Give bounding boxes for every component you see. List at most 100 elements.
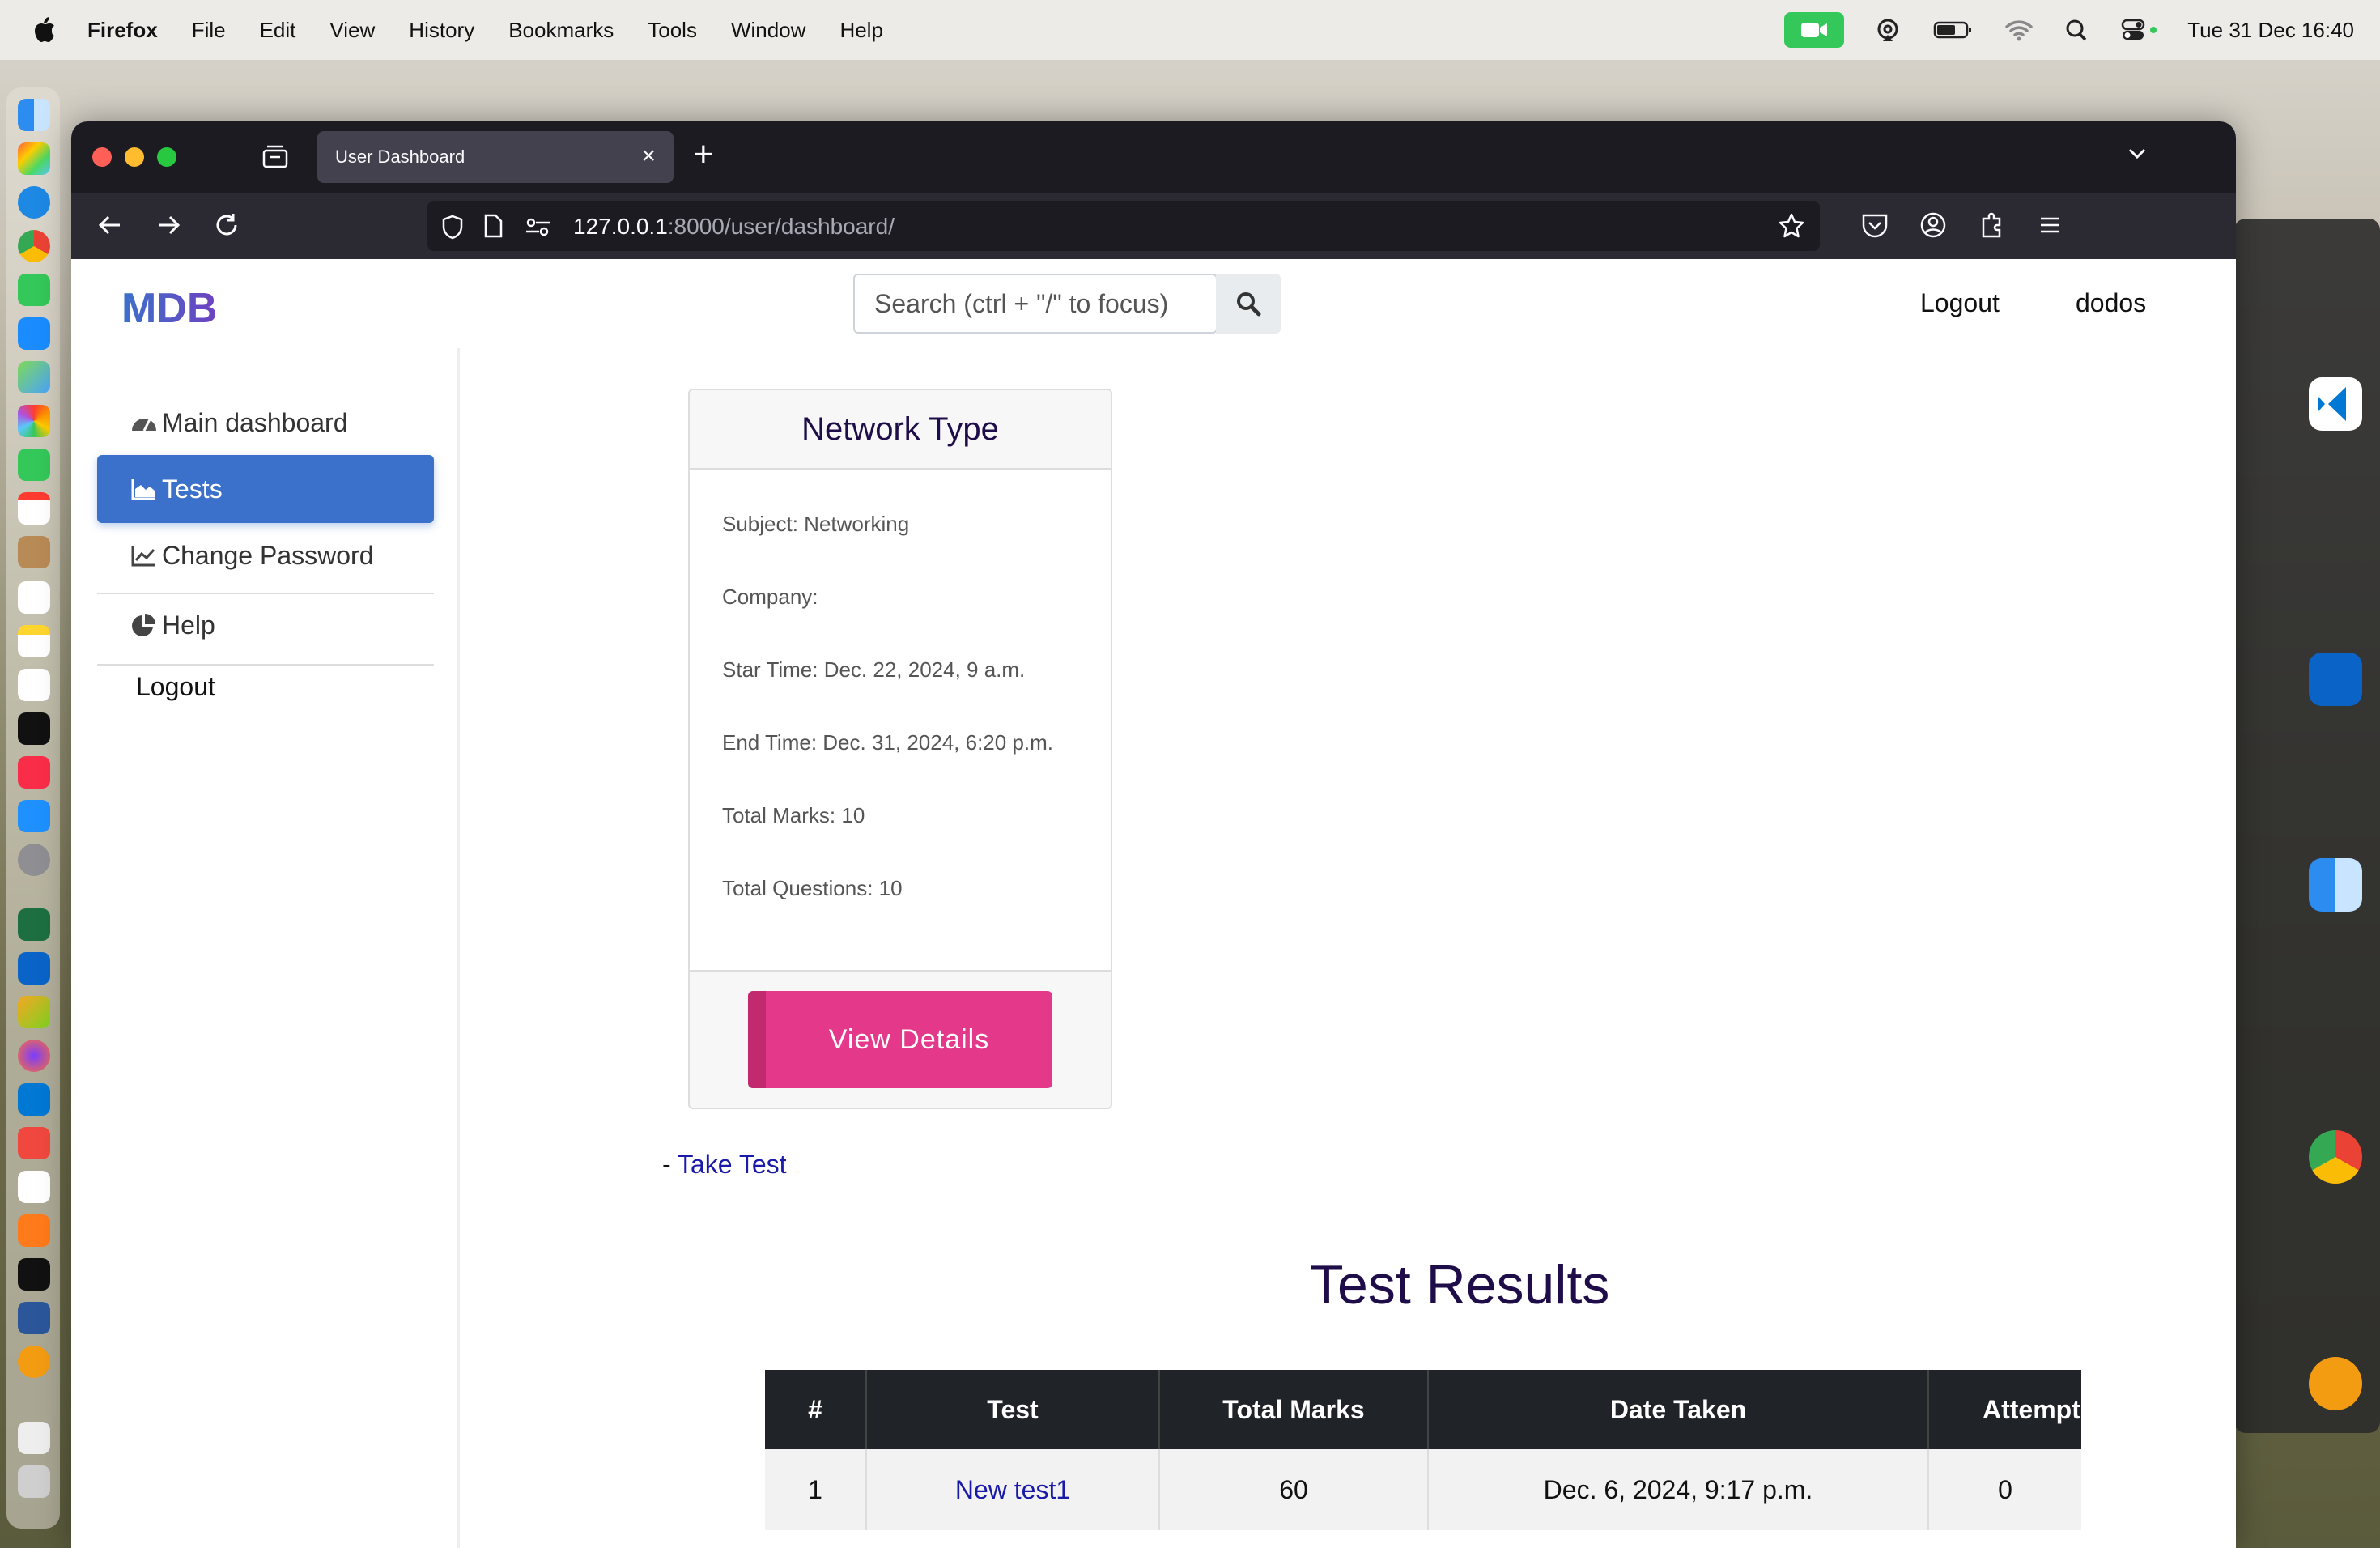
- mail-icon[interactable]: [18, 317, 50, 350]
- wifi-icon[interactable]: [2004, 18, 2034, 42]
- contacts-icon[interactable]: [18, 536, 50, 568]
- username-link[interactable]: dodos: [2076, 288, 2146, 318]
- menu-app-name[interactable]: Firefox: [87, 18, 158, 43]
- search-button[interactable]: [1216, 274, 1281, 334]
- preview-icon[interactable]: [18, 996, 50, 1028]
- web-page: MDB Search (ctrl + "/" to focus) Logout …: [71, 259, 2236, 1548]
- logo-text: MDB: [121, 285, 217, 330]
- url-text[interactable]: 127.0.0.1:8000/user/dashboard/: [573, 214, 895, 240]
- facetime-icon[interactable]: [18, 449, 50, 481]
- trash-icon[interactable]: [18, 1465, 50, 1498]
- maximize-window-button[interactable]: [157, 147, 176, 167]
- close-tab-icon[interactable]: ×: [641, 142, 656, 170]
- git-client-icon[interactable]: [18, 1127, 50, 1159]
- pocket-icon[interactable]: [1859, 209, 1891, 241]
- calendar-icon[interactable]: [18, 492, 50, 525]
- new-tab-button[interactable]: +: [693, 134, 714, 175]
- airplay-audio-icon[interactable]: [1873, 18, 1902, 42]
- column-header-number: #: [765, 1370, 867, 1449]
- address-bar[interactable]: 127.0.0.1:8000/user/dashboard/: [427, 201, 1820, 251]
- menu-edit[interactable]: Edit: [260, 18, 296, 43]
- vscode-icon[interactable]: [18, 1083, 50, 1116]
- sidebar-item-change-password[interactable]: Change Password: [97, 521, 434, 589]
- firefox-icon[interactable]: [18, 1040, 50, 1072]
- menu-file[interactable]: File: [192, 18, 226, 43]
- search-icon: [1237, 292, 1261, 317]
- screen-recording-icon[interactable]: [1784, 12, 1845, 48]
- freeform-icon[interactable]: [18, 669, 50, 701]
- menu-history[interactable]: History: [409, 18, 474, 43]
- test-card-title: Network Type: [690, 390, 1111, 470]
- reload-icon[interactable]: [210, 209, 243, 241]
- maps-icon[interactable]: [18, 361, 50, 393]
- menubar-clock[interactable]: Tue 31 Dec 16:40: [2187, 18, 2354, 43]
- search-placeholder: Search (ctrl + "/" to focus): [874, 288, 1169, 318]
- header-logout-link[interactable]: Logout: [1920, 288, 2000, 318]
- url-host: 127.0.0.1: [573, 214, 668, 239]
- apple-logo-icon[interactable]: [32, 15, 57, 44]
- chevron-down-icon[interactable]: [2126, 142, 2148, 165]
- table-row: 1 New test1 60 Dec. 6, 2024, 9:17 p.m. 0: [765, 1449, 2081, 1530]
- tab-user-dashboard[interactable]: User Dashboard ×: [317, 131, 674, 183]
- finder-window-icon[interactable]: [2309, 858, 2362, 912]
- menu-window[interactable]: Window: [731, 18, 805, 43]
- battery-icon[interactable]: [1932, 18, 1975, 42]
- photos-icon[interactable]: [18, 405, 50, 437]
- permissions-icon[interactable]: [525, 215, 552, 238]
- view-details-button[interactable]: View Details: [748, 991, 1052, 1088]
- forward-arrow-icon[interactable]: [152, 209, 185, 241]
- hamburger-menu-icon[interactable]: [2034, 209, 2066, 241]
- downloads-folder-icon[interactable]: [18, 1422, 50, 1454]
- system-settings-icon[interactable]: [18, 844, 50, 876]
- menu-tools[interactable]: Tools: [648, 18, 697, 43]
- sidebar-item-main-dashboard[interactable]: Main dashboard: [97, 389, 434, 457]
- bookmark-star-icon[interactable]: [1778, 212, 1805, 240]
- reminders-icon[interactable]: [18, 581, 50, 614]
- tab-overview-icon[interactable]: [261, 144, 290, 170]
- dashboard-gauge-icon: [132, 419, 156, 432]
- textedit-icon[interactable]: [18, 1171, 50, 1203]
- search-input[interactable]: Search (ctrl + "/" to focus): [853, 274, 1218, 334]
- test-company: Company:: [722, 585, 818, 609]
- app-store-icon[interactable]: [18, 800, 50, 832]
- vscode-window-icon[interactable]: [2309, 377, 2362, 431]
- close-window-button[interactable]: [92, 147, 112, 167]
- sidebar-logout[interactable]: Logout: [97, 653, 434, 721]
- terminal-icon[interactable]: [18, 1258, 50, 1291]
- apple-tv-icon[interactable]: [18, 712, 50, 745]
- safari-icon[interactable]: [18, 186, 50, 219]
- test-link[interactable]: New test1: [955, 1475, 1070, 1505]
- spotlight-search-icon[interactable]: [2063, 18, 2092, 42]
- back-arrow-icon[interactable]: [94, 209, 126, 241]
- vpn-icon[interactable]: [18, 1346, 50, 1378]
- outlook-icon[interactable]: [18, 952, 50, 985]
- sidebar-item-help[interactable]: Help: [97, 591, 434, 659]
- menu-view[interactable]: View: [329, 18, 375, 43]
- take-test-link[interactable]: Take Test: [678, 1150, 787, 1179]
- vpn-window-icon[interactable]: [2309, 1357, 2362, 1410]
- chrome-window-icon[interactable]: [2309, 1130, 2362, 1184]
- outlook-window-icon[interactable]: [2309, 653, 2362, 706]
- music-icon[interactable]: [18, 756, 50, 789]
- test-total-marks: Total Marks: 10: [722, 803, 865, 827]
- menu-help[interactable]: Help: [839, 18, 882, 43]
- extensions-icon[interactable]: [1975, 209, 2008, 241]
- menu-bookmarks[interactable]: Bookmarks: [508, 18, 614, 43]
- control-center-icon[interactable]: [2121, 18, 2158, 42]
- firefox-window: User Dashboard × + 127.0.0.1:8000/user/d…: [71, 121, 2236, 1548]
- launchpad-icon[interactable]: [18, 142, 50, 175]
- word-icon[interactable]: [18, 1302, 50, 1334]
- chrome-icon[interactable]: [18, 230, 50, 262]
- mdb-logo[interactable]: MDB: [121, 285, 232, 330]
- finder-icon[interactable]: [18, 99, 50, 131]
- sidebar-item-tests[interactable]: Tests: [97, 455, 434, 523]
- minimize-window-button[interactable]: [125, 147, 144, 167]
- excel-icon[interactable]: [18, 908, 50, 941]
- shield-icon[interactable]: [440, 214, 465, 240]
- messages-icon[interactable]: [18, 274, 50, 306]
- page-icon[interactable]: [482, 214, 504, 238]
- account-icon[interactable]: [1917, 209, 1949, 241]
- notes-icon[interactable]: [18, 625, 50, 657]
- sidebar-item-label: Help: [162, 610, 215, 640]
- pencil-app-icon[interactable]: [18, 1214, 50, 1247]
